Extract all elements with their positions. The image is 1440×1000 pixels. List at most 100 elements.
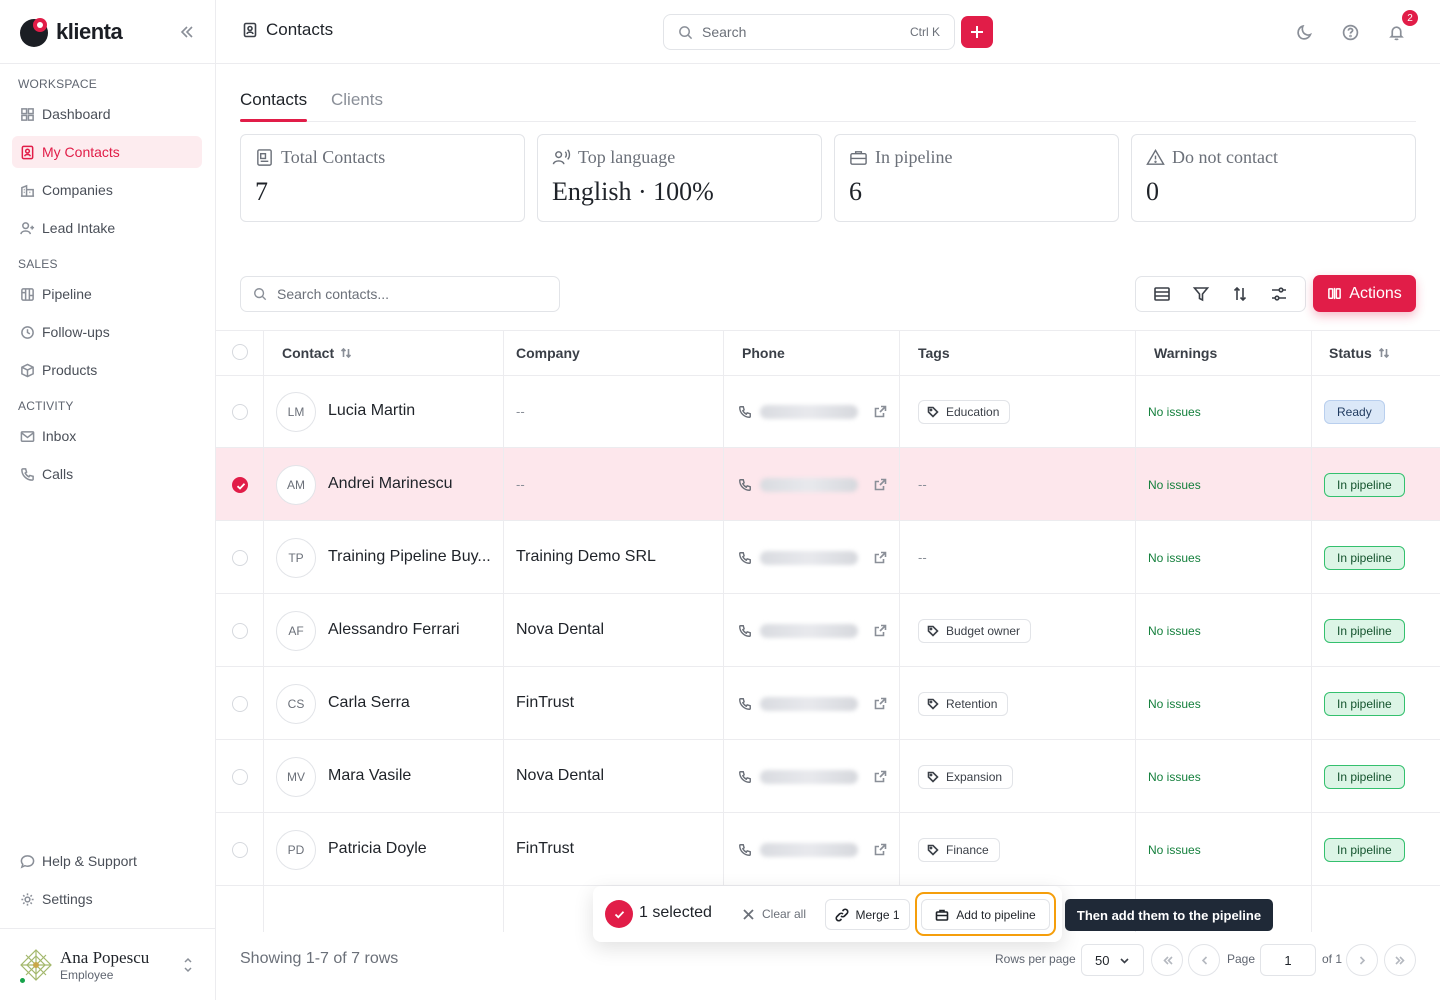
tag-chip[interactable]: Finance — [918, 837, 1000, 862]
company-name[interactable]: FinTrust — [516, 694, 574, 712]
contact-name[interactable]: Training Pipeline Buy... — [328, 548, 491, 566]
global-search-input[interactable]: Search Ctrl K — [663, 14, 955, 50]
phone-icon[interactable] — [738, 770, 752, 784]
previous-page-button[interactable] — [1188, 944, 1220, 976]
phone-icon[interactable] — [738, 843, 752, 857]
column-header-tags[interactable]: Tags — [918, 345, 950, 361]
add-to-pipeline-button[interactable]: Add to pipeline — [921, 899, 1050, 930]
row-checkbox[interactable] — [232, 695, 248, 712]
adjustments-icon[interactable] — [1269, 284, 1289, 304]
column-header-warnings[interactable]: Warnings — [1154, 345, 1217, 361]
tag-chip[interactable]: Budget owner — [918, 618, 1032, 643]
external-link-icon[interactable] — [874, 551, 887, 564]
actions-button[interactable]: Actions — [1313, 275, 1416, 312]
row-checkbox[interactable] — [232, 549, 248, 566]
user-menu[interactable]: Ana Popescu Employee — [0, 928, 216, 1000]
sidebar-item-inbox[interactable]: Inbox — [12, 420, 202, 452]
collapse-sidebar-icon[interactable] — [176, 22, 196, 42]
last-page-button[interactable] — [1384, 944, 1416, 976]
external-link-icon[interactable] — [874, 770, 887, 783]
column-header-contact[interactable]: Contact — [282, 345, 352, 361]
external-link-icon[interactable] — [874, 697, 887, 710]
sidebar-item-calls[interactable]: Calls — [12, 458, 202, 490]
box-icon — [21, 363, 34, 377]
table-row[interactable]: PD Patricia Doyle FinTrust Finance No issues… — [216, 813, 1440, 886]
stat-label: Total Contacts — [255, 147, 510, 168]
contact-name[interactable]: Mara Vasile — [328, 767, 411, 785]
tag-chip[interactable]: Education — [918, 399, 1011, 424]
row-checkbox[interactable] — [232, 403, 248, 420]
company-name[interactable]: Nova Dental — [516, 767, 604, 785]
row-checkbox[interactable] — [232, 841, 248, 858]
tag-label: Education — [946, 404, 1000, 419]
add-new-button[interactable] — [961, 16, 993, 48]
contact-name[interactable]: Alessandro Ferrari — [328, 621, 460, 639]
page-number-input[interactable]: 1 — [1260, 944, 1316, 976]
contact-name[interactable]: Andrei Marinescu — [328, 475, 453, 493]
moon-icon[interactable] — [1294, 22, 1314, 42]
company-name[interactable]: FinTrust — [516, 840, 574, 858]
company-name[interactable]: Nova Dental — [516, 621, 604, 639]
company-name[interactable]: Training Demo SRL — [516, 548, 656, 566]
tag-chip[interactable]: Retention — [918, 691, 1009, 716]
column-header-phone[interactable]: Phone — [742, 345, 785, 361]
sidebar-item-settings[interactable]: Settings — [12, 883, 202, 915]
row-checkbox[interactable] — [232, 476, 248, 493]
sidebar-item-pipeline[interactable]: Pipeline — [12, 278, 202, 310]
status-badge: In pipeline — [1324, 837, 1405, 862]
external-link-icon[interactable] — [874, 843, 887, 856]
table-row[interactable]: LM Lucia Martin -- Education No issues Ready — [216, 375, 1440, 448]
external-link-icon[interactable] — [874, 405, 887, 418]
sidebar-item-products[interactable]: Products — [12, 354, 202, 386]
phone-icon[interactable] — [738, 405, 752, 419]
merge-button[interactable]: Merge 1 — [825, 899, 910, 930]
user-role: Employee — [60, 967, 114, 982]
row-checkbox[interactable] — [232, 622, 248, 639]
external-link-icon[interactable] — [874, 624, 887, 637]
clear-all-button[interactable]: Clear all — [743, 907, 806, 921]
external-link-icon[interactable] — [874, 478, 887, 491]
table-row[interactable]: AF Alessandro Ferrari Nova Dental Budget ow… — [216, 594, 1440, 667]
next-page-button[interactable] — [1346, 944, 1378, 976]
contact-search-input[interactable]: Search contacts... — [240, 276, 560, 312]
first-page-button[interactable] — [1151, 944, 1183, 976]
chevron-left-icon — [1201, 955, 1207, 965]
sidebar-item-follow-ups[interactable]: Follow-ups — [12, 316, 202, 348]
phone-icon[interactable] — [738, 551, 752, 565]
klienta-logo-icon — [18, 16, 50, 48]
table-row[interactable]: TP Training Pipeline Buy... Training Demo … — [216, 521, 1440, 594]
column-header-company[interactable]: Company — [516, 345, 580, 361]
tab-clients[interactable]: Clients — [331, 90, 383, 110]
sidebar-item-companies[interactable]: Companies — [12, 174, 202, 206]
row-checkbox[interactable] — [232, 768, 248, 785]
sort-icon[interactable] — [1230, 284, 1250, 304]
sidebar-item-dashboard[interactable]: Dashboard — [12, 98, 202, 130]
table-row[interactable]: AM Andrei Marinescu -- -- No issues In pipeli… — [216, 448, 1440, 521]
warnings-value: No issues — [1148, 769, 1201, 784]
chevron-up-down-icon[interactable] — [180, 956, 196, 974]
contact-name[interactable]: Carla Serra — [328, 694, 410, 712]
sidebar-item-my-contacts[interactable]: My Contacts — [12, 136, 202, 168]
table-view-icon[interactable] — [1152, 284, 1172, 304]
column-header-status[interactable]: Status — [1329, 345, 1390, 361]
contact-name[interactable]: Patricia Doyle — [328, 840, 427, 858]
tab-contacts[interactable]: Contacts — [240, 90, 307, 110]
select-all-checkbox[interactable] — [232, 344, 248, 360]
merge-label: Merge 1 — [855, 907, 900, 922]
phone-icon[interactable] — [738, 624, 752, 638]
sidebar-item-lead-intake[interactable]: Lead Intake — [12, 212, 202, 244]
sidebar-item-help-support[interactable]: Help & Support — [12, 845, 202, 877]
search-shortcut: Ctrl K — [910, 25, 940, 39]
phone-icon[interactable] — [738, 697, 752, 711]
rows-per-page-select[interactable]: 50 — [1081, 944, 1144, 976]
filter-icon[interactable] — [1191, 284, 1211, 304]
help-icon[interactable] — [1340, 22, 1360, 42]
sidebar-item-label: Companies — [42, 182, 113, 198]
table-row[interactable]: CS Carla Serra FinTrust Retention No issues I… — [216, 667, 1440, 740]
contact-name[interactable]: Lucia Martin — [328, 402, 415, 420]
table-row[interactable]: MV Mara Vasile Nova Dental Expansion No issu… — [216, 740, 1440, 813]
phone-icon[interactable] — [738, 478, 752, 492]
tag-chip[interactable]: Expansion — [918, 764, 1014, 789]
bell-icon[interactable] — [1386, 22, 1406, 42]
column-divider — [1135, 331, 1136, 932]
